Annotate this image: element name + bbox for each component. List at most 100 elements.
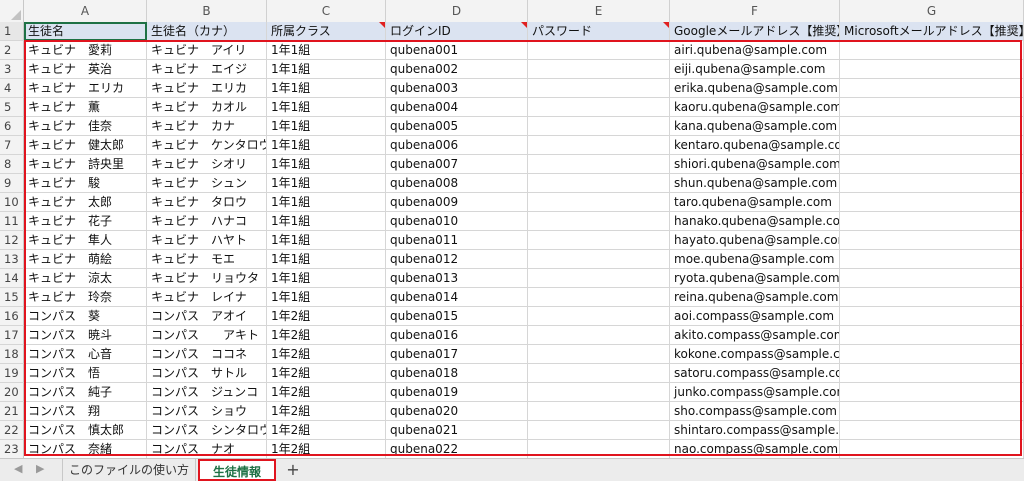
cell-microsoft-email[interactable] — [840, 79, 1024, 98]
cell-google-email[interactable]: shintaro.compass@sample.com — [670, 421, 840, 440]
cell-student-kana[interactable]: キュビナ ケンタロウ — [147, 136, 267, 155]
cell-login-id[interactable]: qubena021 — [386, 421, 528, 440]
row-header[interactable]: 20 — [0, 383, 24, 402]
row-header[interactable]: 13 — [0, 250, 24, 269]
cell-student-name[interactable]: コンパス 慎太郎 — [24, 421, 147, 440]
cell-google-email[interactable]: airi.qubena@sample.com — [670, 41, 840, 60]
row-header[interactable]: 6 — [0, 117, 24, 136]
cell-google-email[interactable]: eiji.qubena@sample.com — [670, 60, 840, 79]
header-cell-google-email[interactable]: Googleメールアドレス【推奨】 — [670, 22, 840, 41]
row-header[interactable]: 17 — [0, 326, 24, 345]
cell-login-id[interactable]: qubena020 — [386, 402, 528, 421]
cell-student-name[interactable]: キュビナ 薫 — [24, 98, 147, 117]
cell-login-id[interactable]: qubena007 — [386, 155, 528, 174]
cell-login-id[interactable]: qubena012 — [386, 250, 528, 269]
comment-indicator-icon[interactable] — [379, 22, 385, 28]
cell-student-name[interactable]: キュビナ 愛莉 — [24, 41, 147, 60]
cell-login-id[interactable]: qubena010 — [386, 212, 528, 231]
cell-login-id[interactable]: qubena008 — [386, 174, 528, 193]
column-header-b[interactable]: B — [147, 0, 267, 22]
cell-login-id[interactable]: qubena011 — [386, 231, 528, 250]
cell-password[interactable] — [528, 288, 670, 307]
cell-microsoft-email[interactable] — [840, 326, 1024, 345]
row-header[interactable]: 22 — [0, 421, 24, 440]
cell-microsoft-email[interactable] — [840, 155, 1024, 174]
cell-google-email[interactable]: aoi.compass@sample.com — [670, 307, 840, 326]
cell-password[interactable] — [528, 136, 670, 155]
cell-microsoft-email[interactable] — [840, 383, 1024, 402]
cell-google-email[interactable]: shiori.qubena@sample.com — [670, 155, 840, 174]
cell-class[interactable]: 1年2組 — [267, 421, 386, 440]
cell-student-kana[interactable]: キュビナ エイジ — [147, 60, 267, 79]
cell-student-name[interactable]: キュビナ 佳奈 — [24, 117, 147, 136]
cell-student-name[interactable]: コンパス 心音 — [24, 345, 147, 364]
cell-google-email[interactable]: hayato.qubena@sample.com — [670, 231, 840, 250]
cell-student-name[interactable]: キュビナ 太郎 — [24, 193, 147, 212]
cell-google-email[interactable]: ryota.qubena@sample.com — [670, 269, 840, 288]
add-sheet-button[interactable]: + — [280, 459, 306, 481]
header-cell-microsoft-email[interactable]: Microsoftメールアドレス【推奨】 — [840, 22, 1024, 41]
cell-login-id[interactable]: qubena005 — [386, 117, 528, 136]
prev-sheet-icon[interactable]: ◀ — [14, 462, 22, 475]
cell-student-name[interactable]: キュビナ 涼太 — [24, 269, 147, 288]
cell-login-id[interactable]: qubena003 — [386, 79, 528, 98]
cell-student-name[interactable]: コンパス 悟 — [24, 364, 147, 383]
cell-login-id[interactable]: qubena014 — [386, 288, 528, 307]
cell-google-email[interactable]: junko.compass@sample.com — [670, 383, 840, 402]
cell-student-kana[interactable]: キュビナ ハヤト — [147, 231, 267, 250]
cell-login-id[interactable]: qubena017 — [386, 345, 528, 364]
cell-google-email[interactable]: kentaro.qubena@sample.com — [670, 136, 840, 155]
cell-google-email[interactable]: reina.qubena@sample.com — [670, 288, 840, 307]
cell-login-id[interactable]: qubena016 — [386, 326, 528, 345]
cell-password[interactable] — [528, 60, 670, 79]
cell-student-name[interactable]: キュビナ 健太郎 — [24, 136, 147, 155]
cell-student-kana[interactable]: キュビナ タロウ — [147, 193, 267, 212]
cell-student-name[interactable]: コンパス 翔 — [24, 402, 147, 421]
cell-microsoft-email[interactable] — [840, 269, 1024, 288]
cell-microsoft-email[interactable] — [840, 117, 1024, 136]
spreadsheet-grid[interactable]: A B C D E F G 1 生徒名 生徒名（カナ） 所属クラス ログインID… — [0, 0, 1024, 458]
cell-microsoft-email[interactable] — [840, 421, 1024, 440]
cell-microsoft-email[interactable] — [840, 250, 1024, 269]
cell-student-kana[interactable]: キュビナ シュン — [147, 174, 267, 193]
cell-student-kana[interactable]: コンパス ショウ — [147, 402, 267, 421]
cell-google-email[interactable]: kaoru.qubena@sample.com — [670, 98, 840, 117]
cell-student-name[interactable]: コンパス 葵 — [24, 307, 147, 326]
cell-student-name[interactable]: コンパス 奈緒 — [24, 440, 147, 458]
row-header[interactable]: 21 — [0, 402, 24, 421]
cell-login-id[interactable]: qubena015 — [386, 307, 528, 326]
row-header[interactable]: 19 — [0, 364, 24, 383]
cell-login-id[interactable]: qubena018 — [386, 364, 528, 383]
header-cell-student-name[interactable]: 生徒名 — [24, 22, 147, 41]
cell-class[interactable]: 1年1組 — [267, 79, 386, 98]
cell-login-id[interactable]: qubena006 — [386, 136, 528, 155]
cell-microsoft-email[interactable] — [840, 98, 1024, 117]
column-header-d[interactable]: D — [386, 0, 528, 22]
cell-class[interactable]: 1年1組 — [267, 193, 386, 212]
row-header[interactable]: 7 — [0, 136, 24, 155]
cell-password[interactable] — [528, 155, 670, 174]
cell-class[interactable]: 1年1組 — [267, 60, 386, 79]
cell-google-email[interactable]: kokone.compass@sample.com — [670, 345, 840, 364]
row-header[interactable]: 16 — [0, 307, 24, 326]
row-header[interactable]: 4 — [0, 79, 24, 98]
cell-password[interactable] — [528, 79, 670, 98]
cell-google-email[interactable]: satoru.compass@sample.com — [670, 364, 840, 383]
column-header-c[interactable]: C — [267, 0, 386, 22]
cell-password[interactable] — [528, 98, 670, 117]
cell-login-id[interactable]: qubena022 — [386, 440, 528, 458]
cell-login-id[interactable]: qubena002 — [386, 60, 528, 79]
comment-indicator-icon[interactable] — [663, 22, 669, 28]
cell-login-id[interactable]: qubena001 — [386, 41, 528, 60]
cell-microsoft-email[interactable] — [840, 402, 1024, 421]
cell-password[interactable] — [528, 440, 670, 458]
cell-student-name[interactable]: キュビナ 英治 — [24, 60, 147, 79]
row-header[interactable]: 15 — [0, 288, 24, 307]
cell-password[interactable] — [528, 41, 670, 60]
cell-microsoft-email[interactable] — [840, 345, 1024, 364]
column-header-g[interactable]: G — [840, 0, 1024, 22]
comment-indicator-icon[interactable] — [521, 22, 527, 28]
cell-microsoft-email[interactable] — [840, 440, 1024, 458]
cell-password[interactable] — [528, 231, 670, 250]
cell-student-name[interactable]: キュビナ 花子 — [24, 212, 147, 231]
